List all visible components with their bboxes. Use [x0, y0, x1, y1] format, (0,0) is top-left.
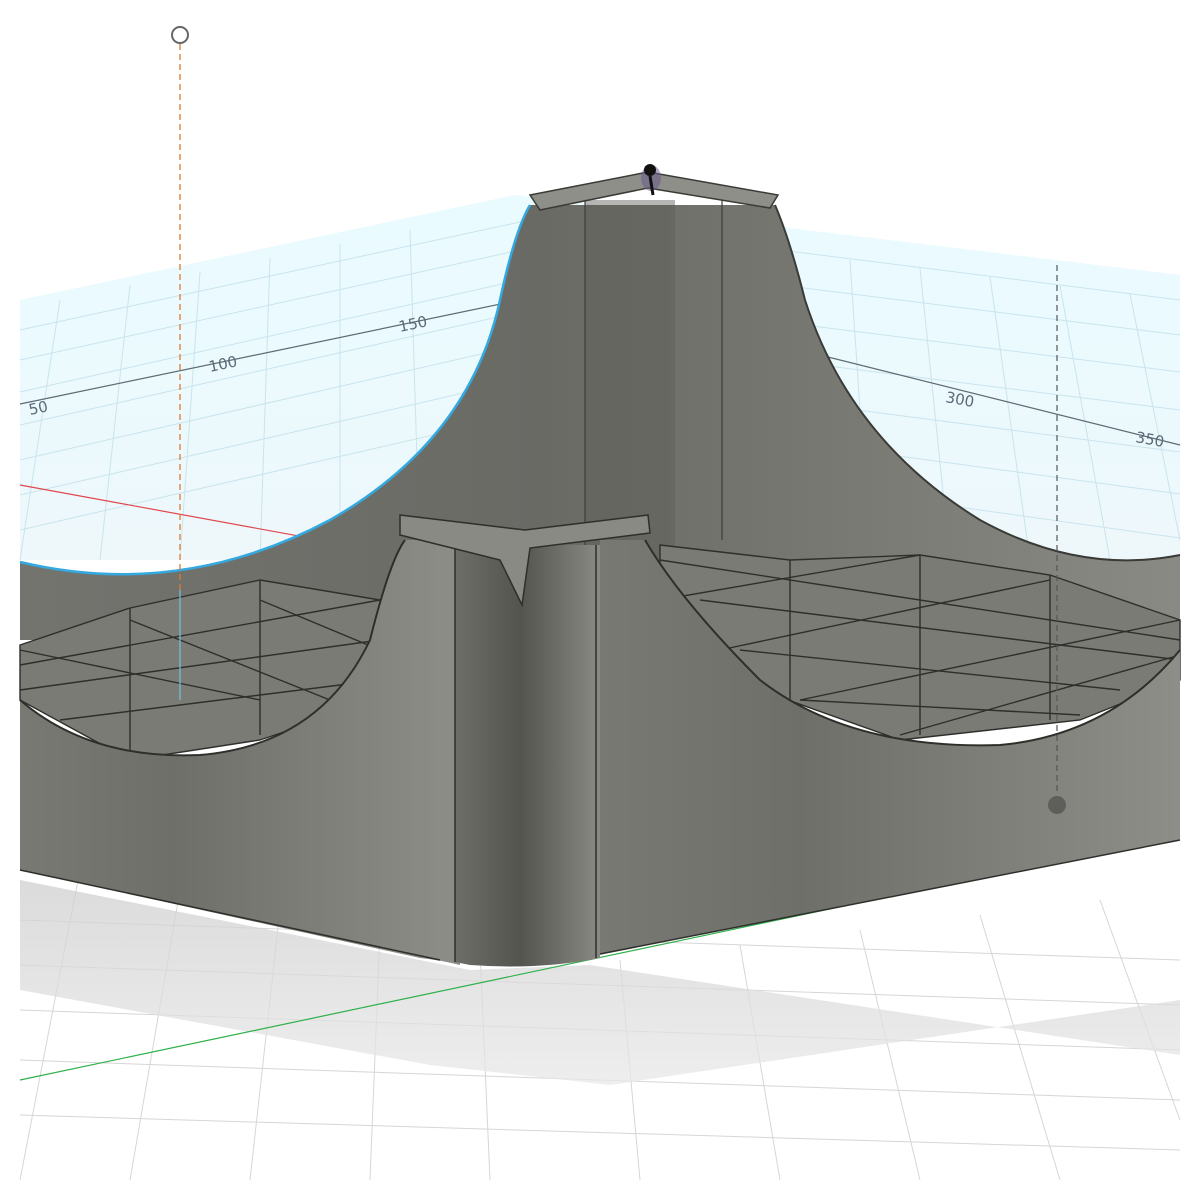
open-circle-icon[interactable]: [171, 26, 189, 44]
3d-scene[interactable]: 50 100 150 300 350: [0, 0, 1200, 1200]
front-corner-surface: [455, 545, 600, 967]
modeling-viewport[interactable]: 50 100 150 300 350: [0, 0, 1200, 1200]
filled-circle-icon[interactable]: [1048, 796, 1066, 814]
